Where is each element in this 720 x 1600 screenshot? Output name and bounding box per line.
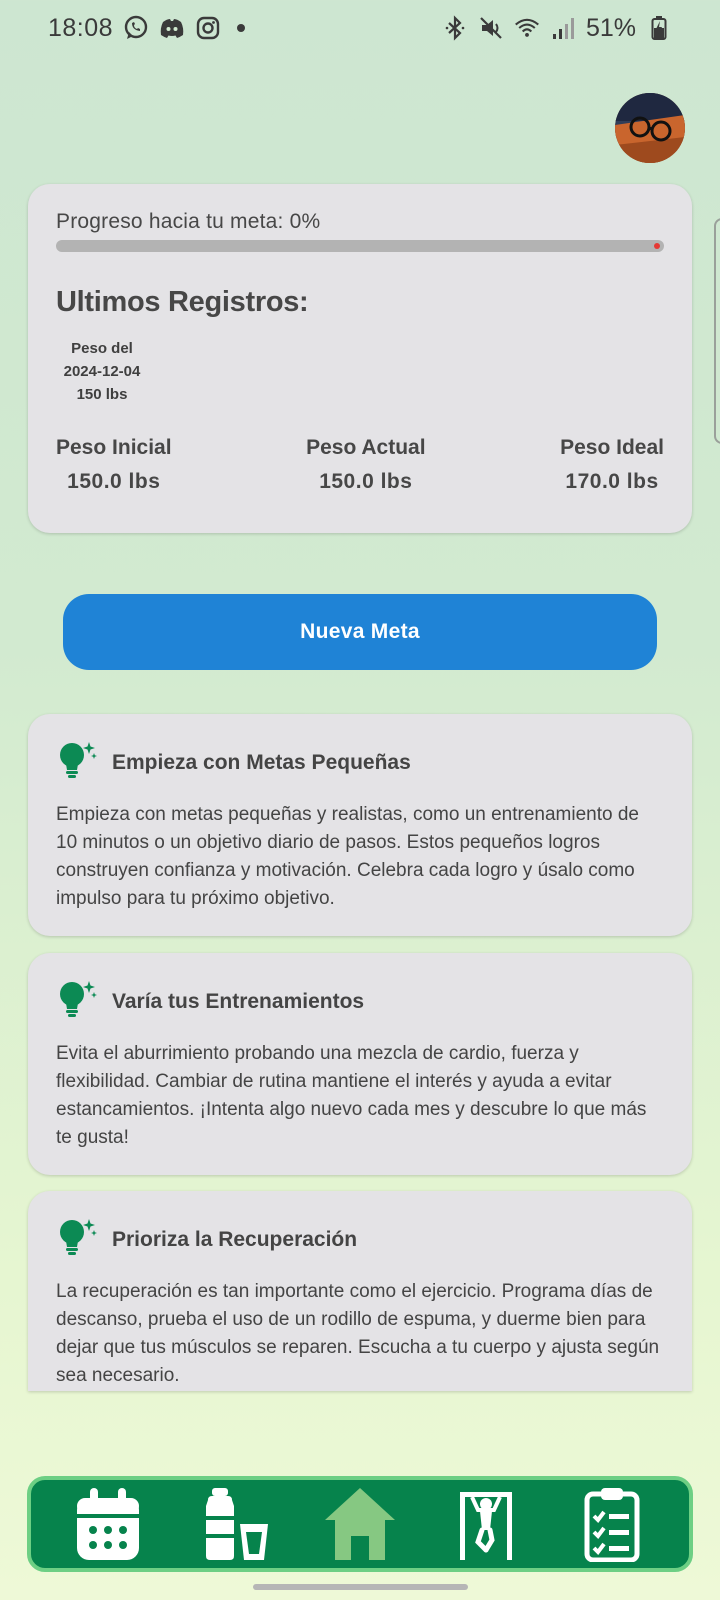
stat-value: 150.0 lbs <box>67 470 161 493</box>
discord-icon <box>159 15 185 41</box>
nav-item-home[interactable] <box>314 1482 406 1566</box>
signal-icon <box>550 15 576 41</box>
nav-item-calendar[interactable] <box>62 1482 154 1566</box>
tip-body: La recuperación es tan importante como e… <box>56 1281 660 1386</box>
weight-stats-row: Peso Inicial 150.0 lbs Peso Actual 150.0… <box>56 436 664 494</box>
status-left: 18:08 <box>48 13 246 43</box>
instagram-icon <box>195 15 221 41</box>
lightbulb-icon <box>56 740 98 785</box>
record-entry[interactable]: Peso del 2024-12-04 150 lbs <box>56 337 148 406</box>
stat-ideal-weight: Peso Ideal 170.0 lbs <box>560 436 664 494</box>
lightbulb-icon <box>56 979 98 1024</box>
notification-dot-icon <box>237 24 246 32</box>
progress-end-dot <box>654 243 660 249</box>
record-weight: 150 lbs <box>76 386 128 403</box>
tip-header: Varía tus Entrenamientos <box>56 979 664 1024</box>
battery-percent: 51% <box>585 13 636 42</box>
avatar[interactable] <box>615 93 685 163</box>
bluetooth-icon <box>442 15 468 41</box>
stat-value: 170.0 lbs <box>565 470 659 493</box>
stat-current-weight: Peso Actual 150.0 lbs <box>306 436 425 494</box>
tip-card: Varía tus Entrenamientos Evita el aburri… <box>28 953 692 1175</box>
tip-card: Empieza con Metas Pequeñas Empieza con m… <box>28 714 692 936</box>
status-time: 18:08 <box>48 13 114 42</box>
water-bottle-icon <box>206 1488 268 1560</box>
record-label: Peso del <box>71 340 133 357</box>
stat-value: 150.0 lbs <box>319 470 413 493</box>
vibrate-mute-icon <box>478 15 504 41</box>
nav-item-exercise[interactable] <box>440 1482 532 1566</box>
avatar-image <box>615 93 685 163</box>
exercise-icon <box>460 1492 512 1560</box>
nav-item-hydration[interactable] <box>188 1482 280 1566</box>
calendar-icon <box>77 1488 139 1560</box>
stat-initial-weight: Peso Inicial 150.0 lbs <box>56 436 172 494</box>
tip-title: Empieza con Metas Pequeñas <box>112 750 411 774</box>
new-goal-button[interactable]: Nueva Meta <box>63 594 657 670</box>
progress-card: Progreso hacia tu meta: 0% Ultimos Regis… <box>28 184 692 533</box>
nav-item-checklist[interactable] <box>566 1482 658 1566</box>
stat-label: Peso Ideal <box>560 436 664 459</box>
gesture-home-indicator[interactable] <box>253 1584 468 1590</box>
home-icon <box>325 1488 395 1560</box>
clipboard-checklist-icon <box>584 1488 640 1562</box>
record-date: 2024-12-04 <box>63 363 141 380</box>
wifi-icon <box>514 15 540 41</box>
records-title: Ultimos Registros: <box>56 286 309 318</box>
tip-body: Evita el aburrimiento probando una mezcl… <box>56 1043 647 1148</box>
stat-label: Peso Inicial <box>56 436 172 459</box>
tip-title: Prioriza la Recuperación <box>112 1227 358 1251</box>
status-right: 51% <box>442 14 672 43</box>
progress-label: Progreso hacia tu meta: 0% <box>56 210 321 233</box>
battery-icon <box>646 15 672 41</box>
bottom-nav <box>27 1476 693 1572</box>
progress-bar <box>56 240 664 252</box>
tip-card: Prioriza la Recuperación La recuperación… <box>28 1191 692 1391</box>
lightbulb-icon <box>56 1217 98 1262</box>
tip-header: Empieza con Metas Pequeñas <box>56 740 664 785</box>
tip-body: Empieza con metas pequeñas y realistas, … <box>56 804 639 909</box>
whatsapp-icon <box>123 15 149 41</box>
edge-panel-handle[interactable] <box>714 218 720 444</box>
stat-label: Peso Actual <box>306 436 426 459</box>
tip-header: Prioriza la Recuperación <box>56 1217 664 1262</box>
status-bar: 18:08 51% <box>0 0 720 56</box>
tip-title: Varía tus Entrenamientos <box>112 989 365 1013</box>
